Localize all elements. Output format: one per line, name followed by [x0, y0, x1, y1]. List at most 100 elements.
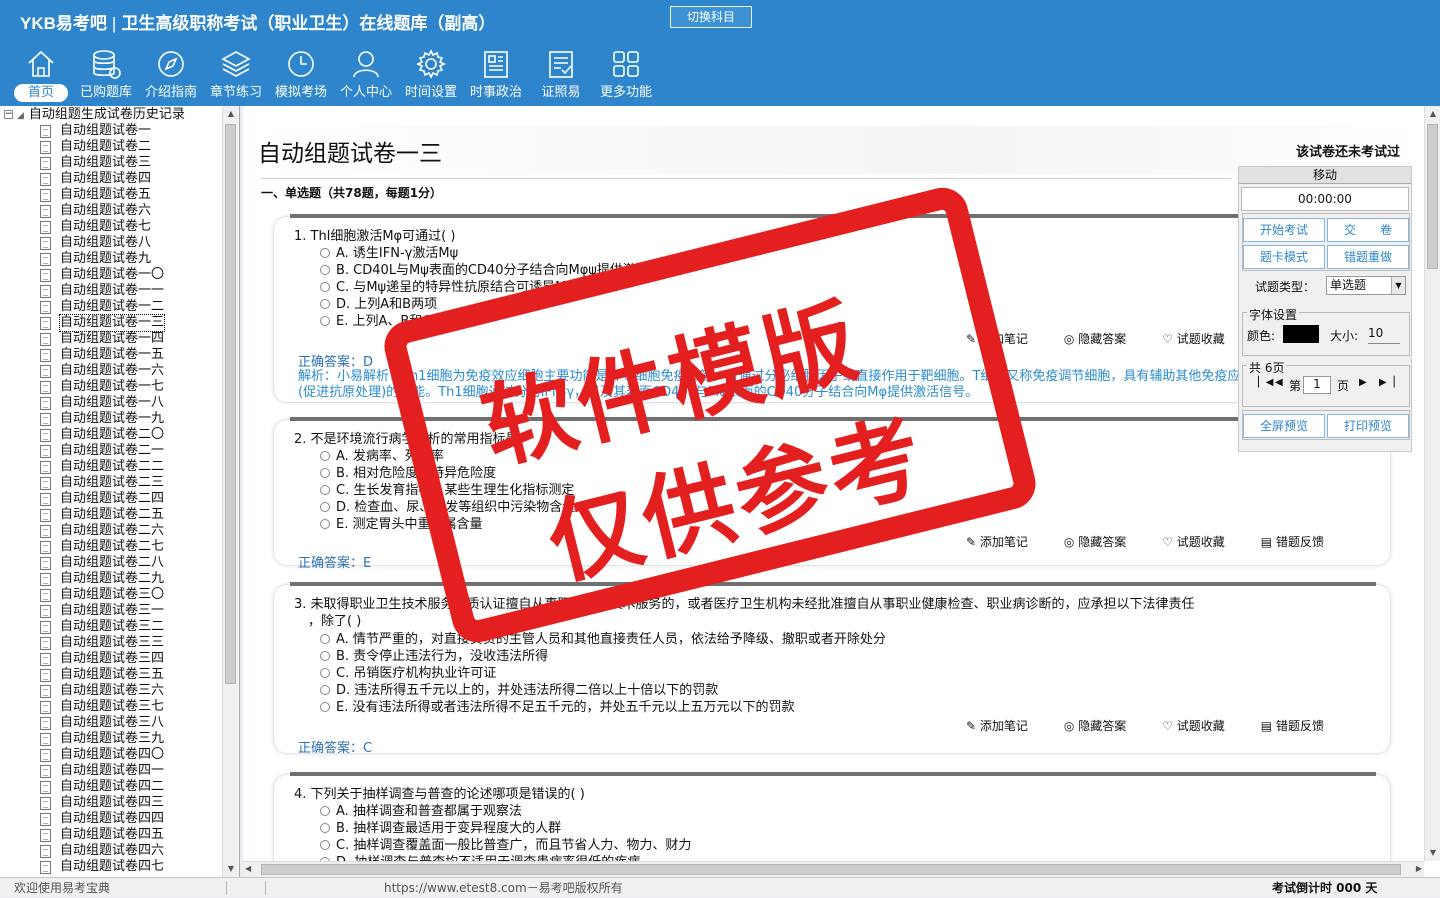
tree-item[interactable]: 自动组题试卷二二	[40, 459, 164, 475]
next-page-icon[interactable]: ▶	[1359, 377, 1367, 388]
favorite-button[interactable]: ♡ 试题收藏	[1162, 330, 1243, 347]
chevron-down-icon[interactable]: ▼	[1391, 277, 1405, 294]
panel-move-handle[interactable]: 移动	[1239, 167, 1411, 184]
tree-item[interactable]: 自动组题试卷四七	[40, 859, 164, 875]
tree-item[interactable]: 自动组题试卷二六	[40, 523, 164, 539]
add-note-button[interactable]: ✎ 添加笔记	[966, 330, 1046, 347]
option-e[interactable]: E. 没有违法所得或者违法所得不足五千元的，并处五千元以上五万元以下的罚款	[320, 696, 794, 715]
tree-item[interactable]: 自动组题试卷二九	[40, 571, 164, 587]
tree-item[interactable]: 自动组题试卷四二	[40, 779, 164, 795]
tree-item[interactable]: 自动组题试卷四三	[40, 795, 164, 811]
submit-paper-button[interactable]: 交 卷	[1327, 218, 1409, 242]
tree-item[interactable]: 自动组题试卷一五	[40, 347, 164, 363]
last-page-icon[interactable]: ▶▕	[1379, 377, 1394, 388]
first-page-icon[interactable]: ▏◀	[1258, 377, 1273, 388]
tree-item[interactable]: 自动组题试卷四〇	[40, 747, 164, 763]
radio-icon[interactable]	[320, 316, 330, 326]
tree-item[interactable]: 自动组题试卷三	[40, 155, 164, 171]
scroll-down-arrow[interactable]: ▼	[1425, 845, 1440, 861]
tree-item[interactable]: 自动组题试卷三九	[40, 731, 164, 747]
toolbar-guide[interactable]: 介绍指南	[140, 48, 202, 102]
tree-item[interactable]: 自动组题试卷二	[40, 139, 164, 155]
radio-icon[interactable]	[320, 248, 330, 258]
option-e[interactable]: E. 上列A、B和C三项	[320, 310, 457, 329]
scroll-thumb[interactable]	[1427, 124, 1438, 269]
fullscreen-preview-button[interactable]: 全屏预览	[1243, 414, 1325, 438]
scroll-down-arrow[interactable]: ▼	[223, 861, 239, 877]
content-hscrollbar[interactable]: ◀ ▶	[243, 861, 1424, 877]
tree-item[interactable]: 自动组题试卷三一	[40, 603, 164, 619]
radio-icon[interactable]	[320, 265, 330, 275]
report-error-button[interactable]: ▤ 错题反馈	[1261, 717, 1342, 734]
tree-item[interactable]: 自动组题试卷七	[40, 219, 164, 235]
scroll-thumb[interactable]	[261, 864, 1401, 875]
radio-icon[interactable]	[320, 806, 330, 816]
redo-wrong-button[interactable]: 错题重做	[1327, 245, 1409, 269]
tree-item[interactable]: 自动组题试卷三四	[40, 651, 164, 667]
font-color-swatch[interactable]	[1283, 325, 1319, 343]
tree-item[interactable]: 自动组题试卷一〇	[40, 267, 164, 283]
radio-icon[interactable]	[320, 282, 330, 292]
radio-icon[interactable]	[320, 651, 330, 661]
favorite-button[interactable]: ♡ 试题收藏	[1162, 717, 1243, 734]
sidebar-scrollbar[interactable]: ▲ ▼	[222, 106, 238, 877]
scroll-left-arrow[interactable]: ◀	[245, 864, 251, 873]
toolbar-time[interactable]: 时间设置	[400, 48, 462, 102]
hide-answer-button[interactable]: ◎ 隐藏答案	[1064, 533, 1144, 550]
radio-icon[interactable]	[320, 485, 330, 495]
radio-icon[interactable]	[320, 668, 330, 678]
favorite-button[interactable]: ♡ 试题收藏	[1162, 533, 1243, 550]
tree-item[interactable]: 自动组题试卷四一	[40, 763, 164, 779]
tree-item[interactable]: 自动组题试卷三六	[40, 683, 164, 699]
tree-item[interactable]: 自动组题试卷九	[40, 251, 164, 267]
question-type-select[interactable]: 单选题 ▼	[1326, 276, 1406, 295]
toolbar-chapter[interactable]: 章节练习	[205, 48, 267, 102]
radio-icon[interactable]	[320, 468, 330, 478]
tree-item[interactable]: 自动组题试卷四	[40, 171, 164, 187]
option-e[interactable]: E. 测定胃头中重金属含量	[320, 513, 482, 532]
tree-item[interactable]: 自动组题试卷二一	[40, 443, 164, 459]
tree-root[interactable]: − ◢ 自动组题生成试卷历史记录	[4, 107, 185, 124]
tree-item[interactable]: 自动组题试卷二八	[40, 555, 164, 571]
tree-item[interactable]: 自动组题试卷一六	[40, 363, 164, 379]
tree-item[interactable]: 自动组题试卷一七	[40, 379, 164, 395]
tree-item[interactable]: 自动组题试卷一三	[40, 314, 166, 332]
toolbar-personal[interactable]: 个人中心	[335, 48, 397, 102]
tree-item[interactable]: 自动组题试卷二五	[40, 507, 164, 523]
tree-item[interactable]: 自动组题试卷二七	[40, 539, 164, 555]
tree-item[interactable]: 自动组题试卷三二	[40, 619, 164, 635]
scroll-right-arrow[interactable]: ▶	[1416, 864, 1422, 873]
radio-icon[interactable]	[320, 823, 330, 833]
scroll-up-arrow[interactable]: ▲	[1425, 106, 1440, 122]
tree-item[interactable]: 自动组题试卷三〇	[40, 587, 164, 603]
toolbar-purchased[interactable]: 已购题库	[75, 48, 137, 102]
tree-item[interactable]: 自动组题试卷四四	[40, 811, 164, 827]
report-error-button[interactable]: ▤ 错题反馈	[1261, 533, 1342, 550]
tree-item[interactable]: 自动组题试卷三七	[40, 699, 164, 715]
radio-icon[interactable]	[320, 502, 330, 512]
tree-item[interactable]: 自动组题试卷一一	[40, 283, 164, 299]
add-note-button[interactable]: ✎ 添加笔记	[966, 533, 1046, 550]
radio-icon[interactable]	[320, 451, 330, 461]
tree-item[interactable]: 自动组题试卷一二	[40, 299, 164, 315]
radio-icon[interactable]	[320, 519, 330, 529]
start-exam-button[interactable]: 开始考试	[1243, 218, 1325, 242]
add-note-button[interactable]: ✎ 添加笔记	[966, 717, 1046, 734]
hide-answer-button[interactable]: ◎ 隐藏答案	[1064, 717, 1144, 734]
font-size-input[interactable]: 10	[1368, 326, 1400, 344]
toolbar-news[interactable]: 时事政治	[465, 48, 527, 102]
tree-item[interactable]: 自动组题试卷三八	[40, 715, 164, 731]
tree-item[interactable]: 自动组题试卷一九	[40, 411, 164, 427]
card-mode-button[interactable]: 题卡模式	[1243, 245, 1325, 269]
radio-icon[interactable]	[320, 702, 330, 712]
radio-icon[interactable]	[320, 299, 330, 309]
scroll-up-arrow[interactable]: ▲	[223, 106, 239, 122]
scroll-thumb[interactable]	[225, 124, 236, 684]
content-scrollbar[interactable]: ▲ ▼	[1424, 106, 1440, 861]
tree-item[interactable]: 自动组题试卷一八	[40, 395, 164, 411]
tree-item[interactable]: 自动组题试卷二三	[40, 475, 164, 491]
print-preview-button[interactable]: 打印预览	[1327, 414, 1409, 438]
toolbar-certificate[interactable]: 证照易	[530, 48, 592, 102]
collapse-icon[interactable]: −	[4, 110, 13, 119]
tree-item[interactable]: 自动组题试卷二四	[40, 491, 164, 507]
